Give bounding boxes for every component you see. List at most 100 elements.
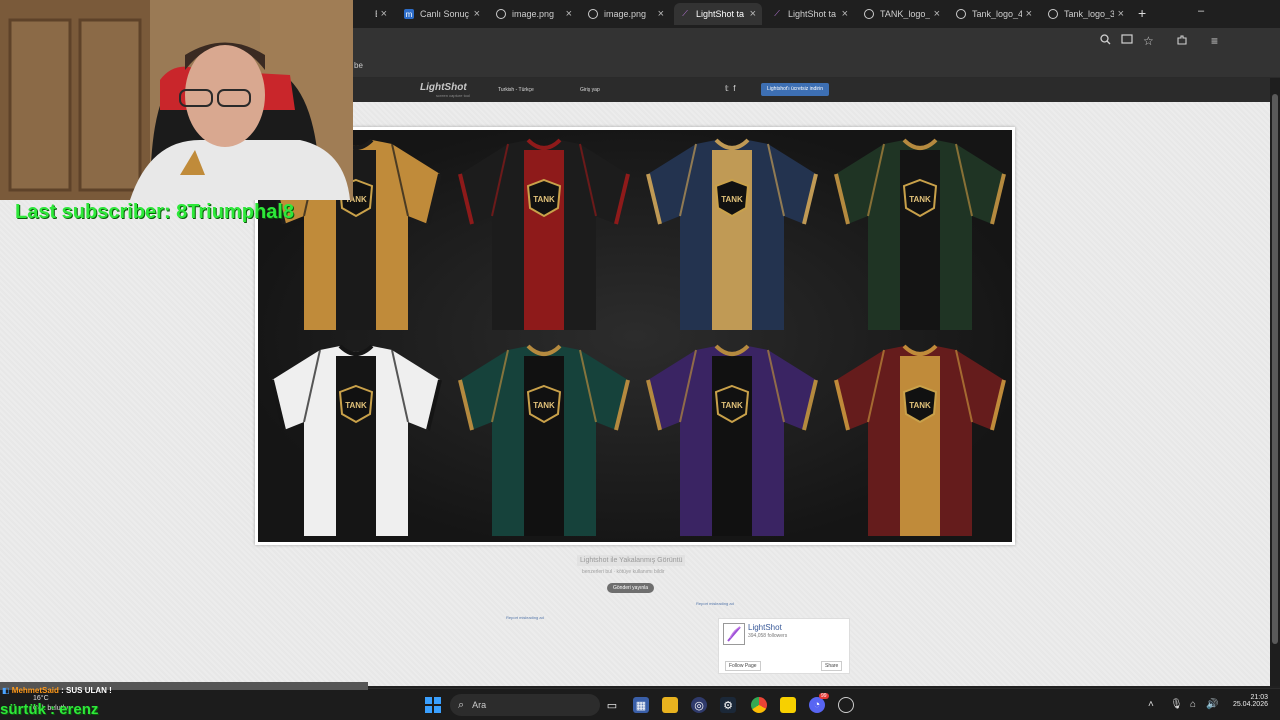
lightshot-logo[interactable]: LightShot <box>420 82 467 93</box>
generic-tab-icon <box>359 9 369 19</box>
login-link[interactable]: Giriş yap <box>580 87 600 93</box>
close-icon[interactable]: × <box>1118 8 1124 20</box>
tab-0[interactable]: Botu × <box>353 3 393 25</box>
globe-icon <box>496 9 506 19</box>
screenshot-caption-links[interactable]: benzerleri bul · kötüye kullanımı bildir <box>582 569 665 575</box>
jersey-badge-text: TANK <box>345 401 367 410</box>
follow-page-button[interactable]: Follow Page <box>725 661 761 671</box>
tab-1[interactable]: m Canlı Sonuç × <box>398 3 486 25</box>
tab-title: Botu <box>375 9 377 19</box>
tab-8[interactable]: Tank_logo_3 × <box>1042 3 1130 25</box>
close-icon[interactable]: × <box>750 8 756 20</box>
screenshot-image[interactable]: TANK TANK TANK TANK TANK TANK TANK TANK <box>255 127 1015 545</box>
jersey-grid: TANK TANK TANK TANK TANK TANK TANK TANK <box>258 130 1012 542</box>
chat-username: MehmetSaid <box>11 686 59 695</box>
sticky-notes-icon[interactable] <box>780 697 796 713</box>
language-select[interactable]: Turkish - Türkçe <box>498 87 534 93</box>
calculator-icon[interactable]: ▦ <box>633 697 649 713</box>
chat-text: : SUS ULAN ! <box>61 686 112 695</box>
chrome-icon[interactable] <box>751 697 767 713</box>
menu-icon[interactable]: ≡ <box>1211 34 1218 48</box>
scrollbar-thumb[interactable] <box>1272 94 1278 644</box>
network-icon[interactable]: ⌂ <box>1190 699 1196 710</box>
jersey-3: TANK <box>834 138 1006 330</box>
task-view-icon[interactable]: ▭ <box>604 697 620 713</box>
close-icon[interactable]: × <box>381 8 387 20</box>
chevron-up-icon[interactable]: ˄ <box>1148 699 1154 710</box>
tab-title: Tank_logo_4 <box>972 9 1022 19</box>
share-button[interactable]: Share <box>821 661 843 671</box>
zoom-icon[interactable] <box>1100 34 1111 48</box>
app-circle-icon[interactable] <box>838 697 854 713</box>
tab-title: Canlı Sonuç <box>420 9 470 19</box>
tab-title: image.png <box>604 9 647 19</box>
report-ad-link-2[interactable]: Report misleading ad <box>506 615 544 620</box>
windows-start-icon[interactable] <box>425 697 441 713</box>
jersey-badge-text: TANK <box>721 195 743 204</box>
report-ad-link[interactable]: Report misleading ad <box>696 601 734 606</box>
lightshot-feather-icon: ⟋ <box>682 9 688 18</box>
lightshot-feather-icon <box>723 623 745 645</box>
close-icon[interactable]: × <box>566 8 572 20</box>
close-icon[interactable]: × <box>1026 8 1032 20</box>
jersey-2: TANK <box>646 138 818 330</box>
jersey-badge-text: TANK <box>909 195 931 204</box>
m-favicon-icon: m <box>404 9 414 19</box>
tab-title: LightShot ta <box>696 9 745 19</box>
jersey-badge-text: TANK <box>721 401 743 410</box>
app-icon[interactable]: ◎ <box>691 697 707 713</box>
close-icon[interactable]: × <box>658 8 664 20</box>
clock-time: 21:03 <box>1250 694 1268 701</box>
jersey-7: TANK <box>834 344 1006 536</box>
facebook-page-widget: LightShot 394,058 followers Follow Page … <box>718 618 850 674</box>
bookmark-star-icon[interactable]: ☆ <box>1143 34 1154 48</box>
twitter-icon[interactable]: 𝕥 <box>725 84 729 93</box>
steam-icon[interactable]: ⚙ <box>720 697 736 713</box>
taskbar-clock[interactable]: 21:03 25.04.2026 <box>1228 694 1268 708</box>
chat-badge-icon: ◧ <box>2 686 10 695</box>
minimize-button[interactable]: – <box>1198 5 1204 17</box>
tab-3[interactable]: image.png × <box>582 3 670 25</box>
jersey-4: TANK <box>270 344 442 536</box>
globe-icon <box>956 9 966 19</box>
webcam-feed <box>0 0 353 200</box>
discord-badge: 99 <box>819 693 829 699</box>
tab-4[interactable]: ⟋ LightShot ta × <box>674 3 762 25</box>
microphone-icon[interactable]: 🎙 <box>1170 699 1183 710</box>
close-icon[interactable]: × <box>474 8 480 20</box>
tab-5[interactable]: ⟋ LightShot ta × <box>766 3 854 25</box>
volume-icon[interactable]: 🔊 <box>1206 699 1218 710</box>
lightshot-logo-subtitle: screen capture tool <box>436 93 471 98</box>
discord-icon[interactable]: ◔ <box>809 697 825 713</box>
fb-page-name[interactable]: LightShot <box>748 623 782 632</box>
tab-title: LightShot ta <box>788 9 837 19</box>
jersey-6: TANK <box>646 344 818 536</box>
post-button[interactable]: Gönderi yayınla <box>607 583 655 593</box>
page-scrollbar[interactable] <box>1270 78 1280 686</box>
facebook-icon[interactable]: f <box>733 84 735 93</box>
close-icon[interactable]: × <box>934 8 940 20</box>
bookmark-item[interactable]: be <box>354 61 363 70</box>
clock-date: 25.04.2026 <box>1232 701 1268 708</box>
fb-followers-count: 394,058 followers <box>748 633 788 639</box>
jersey-badge-text: TANK <box>909 401 931 410</box>
tab-6[interactable]: TANK_logo_ × <box>858 3 946 25</box>
install-app-icon[interactable] <box>1121 34 1133 48</box>
close-icon[interactable]: × <box>842 8 848 20</box>
chat-message: ◧ MehmetSaid : SUS ULAN ! <box>2 686 112 695</box>
tab-2[interactable]: image.png × <box>490 3 578 25</box>
taskbar-search[interactable]: ⌕ Ara <box>450 694 600 716</box>
jersey-badge-text: TANK <box>533 401 555 410</box>
install-lightshot-button[interactable]: Lightshot'ı ücretsiz indirin <box>761 83 829 96</box>
file-explorer-icon[interactable] <box>662 697 678 713</box>
tab-title: TANK_logo_ <box>880 9 930 19</box>
globe-icon <box>864 9 874 19</box>
last-subscriber-overlay: Last subscriber: 8Triumphal8 <box>15 201 294 223</box>
windows-taskbar: ⌕ Ara ▭ ▦ ◎ ⚙ ◔ 99 ˄ 🎙 ⌂ 🔊 21:03 25.04.2… <box>0 688 1280 720</box>
social-links: 𝕥 f <box>725 84 735 93</box>
lightshot-feather-icon: ⟋ <box>774 9 780 18</box>
new-tab-button[interactable]: + <box>1138 5 1146 21</box>
screenshot-caption: Lightshot ile Yakalanmış Görüntü <box>577 555 686 566</box>
tab-7[interactable]: Tank_logo_4 × <box>950 3 1038 25</box>
extensions-icon[interactable] <box>1176 34 1188 49</box>
